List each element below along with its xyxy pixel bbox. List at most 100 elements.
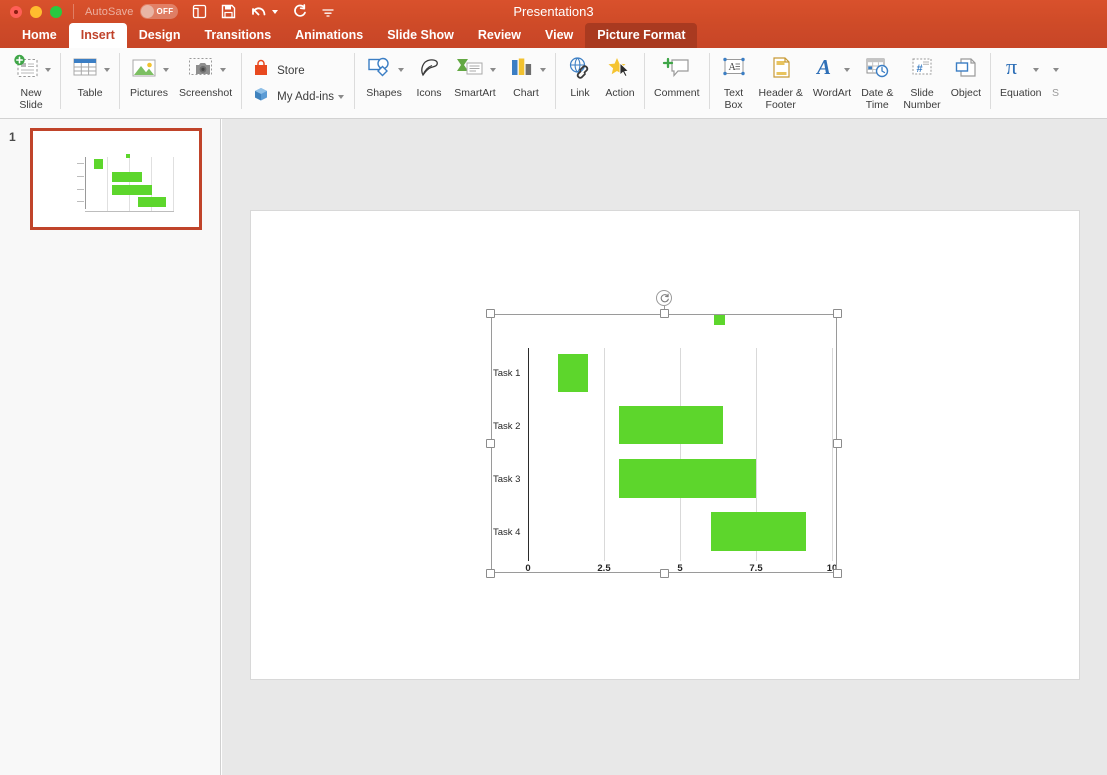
resize-handle-top-center[interactable]	[660, 309, 669, 318]
ribbon-shapes-button[interactable]: Shapes	[359, 48, 409, 100]
chart-icon	[506, 55, 536, 86]
store-icon	[252, 59, 270, 82]
ribbon-icons-button[interactable]: Icons	[409, 48, 449, 100]
ribbon-addins-group: Store My Add-ins	[246, 48, 350, 119]
screenshot-dropdown-icon[interactable]	[220, 68, 226, 72]
thumb-chart-bar	[112, 172, 142, 182]
resize-handle-bottom-center[interactable]	[660, 569, 669, 578]
ribbon-toolbar: New Slide Table	[0, 48, 1107, 119]
ribbon-table-button[interactable]: Table	[65, 48, 115, 100]
autosave-toggle-knob	[141, 5, 154, 18]
resize-handle-bottom-left[interactable]	[486, 569, 495, 578]
ribbon-slide-number-button[interactable]: # Slide Number	[898, 48, 945, 111]
ribbon-tab-bar: Home Insert Design Transitions Animation…	[0, 23, 1107, 48]
minimize-window-button[interactable]	[30, 6, 42, 18]
equation-dropdown-icon[interactable]	[1033, 68, 1039, 72]
screenshot-icon	[186, 55, 216, 86]
ribbon-equation-label: Equation	[1000, 88, 1041, 100]
save-icon[interactable]	[221, 0, 236, 23]
ribbon-new-slide-button[interactable]: New Slide	[6, 48, 56, 111]
ribbon-new-slide-label: New Slide	[19, 88, 42, 111]
new-slide-icon	[11, 54, 41, 87]
ribbon-date-time-label: Date & Time	[861, 88, 893, 111]
tab-insert[interactable]: Insert	[69, 23, 127, 48]
ribbon-wordart-button[interactable]: A WordArt	[808, 48, 856, 100]
symbol-dropdown-icon[interactable]	[1053, 68, 1059, 72]
autosave-state-label: OFF	[157, 7, 174, 16]
thumb-chart-bar	[94, 159, 103, 169]
ribbon-header-footer-button[interactable]: Header & Footer	[754, 48, 808, 111]
comment-icon	[661, 55, 693, 86]
thumb-chart-gridline	[173, 157, 174, 211]
my-addins-icon	[252, 85, 270, 108]
chart-dropdown-icon[interactable]	[540, 68, 546, 72]
ribbon-equation-button[interactable]: π Equation	[995, 48, 1046, 100]
ribbon-link-label: Link	[570, 88, 589, 100]
tab-design[interactable]: Design	[127, 23, 193, 48]
ribbon-text-box-button[interactable]: A Text Box	[714, 48, 754, 111]
ribbon-date-time-button[interactable]: Date & Time	[856, 48, 898, 111]
ribbon-symbol-button[interactable]: S	[1047, 48, 1065, 100]
ribbon-screenshot-label: Screenshot	[179, 88, 232, 100]
date-time-icon	[863, 55, 891, 86]
window-controls[interactable]	[10, 6, 62, 18]
ribbon-separator	[555, 53, 556, 109]
ribbon-comment-button[interactable]: Comment	[649, 48, 705, 100]
tab-transitions[interactable]: Transitions	[192, 23, 283, 48]
ribbon-my-addins-button[interactable]: My Add-ins	[252, 84, 344, 110]
maximize-window-button[interactable]	[50, 6, 62, 18]
ribbon-symbol-label: S	[1052, 88, 1059, 100]
customize-toolbar-icon[interactable]	[321, 0, 335, 23]
tab-animations[interactable]: Animations	[283, 23, 375, 48]
resize-handle-top-right[interactable]	[833, 309, 842, 318]
close-window-button[interactable]	[10, 6, 22, 18]
ribbon-store-button[interactable]: Store	[252, 58, 344, 84]
ribbon-object-button[interactable]: Object	[946, 48, 986, 100]
tab-view[interactable]: View	[533, 23, 585, 48]
rotate-icon[interactable]	[656, 290, 672, 306]
ribbon-link-button[interactable]: Link	[560, 48, 600, 100]
icons-icon	[414, 55, 444, 86]
autosave-toggle[interactable]: OFF	[140, 4, 178, 19]
slide-thumbnail-1[interactable]	[30, 128, 202, 230]
redo-icon[interactable]	[292, 0, 307, 23]
ribbon-object-label: Object	[951, 88, 981, 100]
slide-thumbnail-number: 1	[9, 130, 16, 144]
ribbon-comment-label: Comment	[654, 88, 700, 100]
shapes-dropdown-icon[interactable]	[398, 68, 404, 72]
undo-icon[interactable]	[250, 0, 278, 23]
thumb-chart-bar	[112, 185, 152, 195]
resize-handle-top-left[interactable]	[486, 309, 495, 318]
tab-review[interactable]: Review	[466, 23, 533, 48]
tab-home[interactable]: Home	[10, 23, 69, 48]
ribbon-chart-button[interactable]: Chart	[501, 48, 551, 100]
ribbon-separator	[119, 53, 120, 109]
object-icon	[952, 55, 980, 86]
ribbon-smartart-button[interactable]: SmartArt	[449, 48, 501, 100]
svg-text:A: A	[815, 55, 831, 79]
ribbon-pictures-button[interactable]: Pictures	[124, 48, 174, 100]
ribbon-action-button[interactable]: Action	[600, 48, 640, 100]
resize-handle-middle-right[interactable]	[833, 439, 842, 448]
pictures-icon	[129, 55, 159, 86]
new-presentation-icon[interactable]	[192, 0, 207, 23]
resize-handle-bottom-right[interactable]	[833, 569, 842, 578]
selection-border	[491, 314, 837, 573]
thumb-chart-y-axis	[85, 157, 86, 209]
table-dropdown-icon[interactable]	[104, 68, 110, 72]
selected-chart-image[interactable]: Task 1 Task 2 Task 3 Task 4 0 2.5 5 7.5 …	[491, 314, 837, 573]
ribbon-my-addins-label: My Add-ins	[277, 91, 334, 103]
tab-picture-format[interactable]: Picture Format	[585, 23, 697, 48]
my-addins-dropdown-icon[interactable]	[338, 95, 344, 99]
smartart-dropdown-icon[interactable]	[490, 68, 496, 72]
shapes-icon	[364, 55, 394, 86]
pictures-dropdown-icon[interactable]	[163, 68, 169, 72]
tab-slide-show[interactable]: Slide Show	[375, 23, 466, 48]
ribbon-separator	[354, 53, 355, 109]
svg-text:A: A	[728, 62, 736, 73]
ribbon-screenshot-button[interactable]: Screenshot	[174, 48, 237, 100]
wordart-dropdown-icon[interactable]	[844, 68, 850, 72]
resize-handle-middle-left[interactable]	[486, 439, 495, 448]
undo-dropdown-icon[interactable]	[272, 10, 278, 14]
new-slide-dropdown-icon[interactable]	[45, 68, 51, 72]
